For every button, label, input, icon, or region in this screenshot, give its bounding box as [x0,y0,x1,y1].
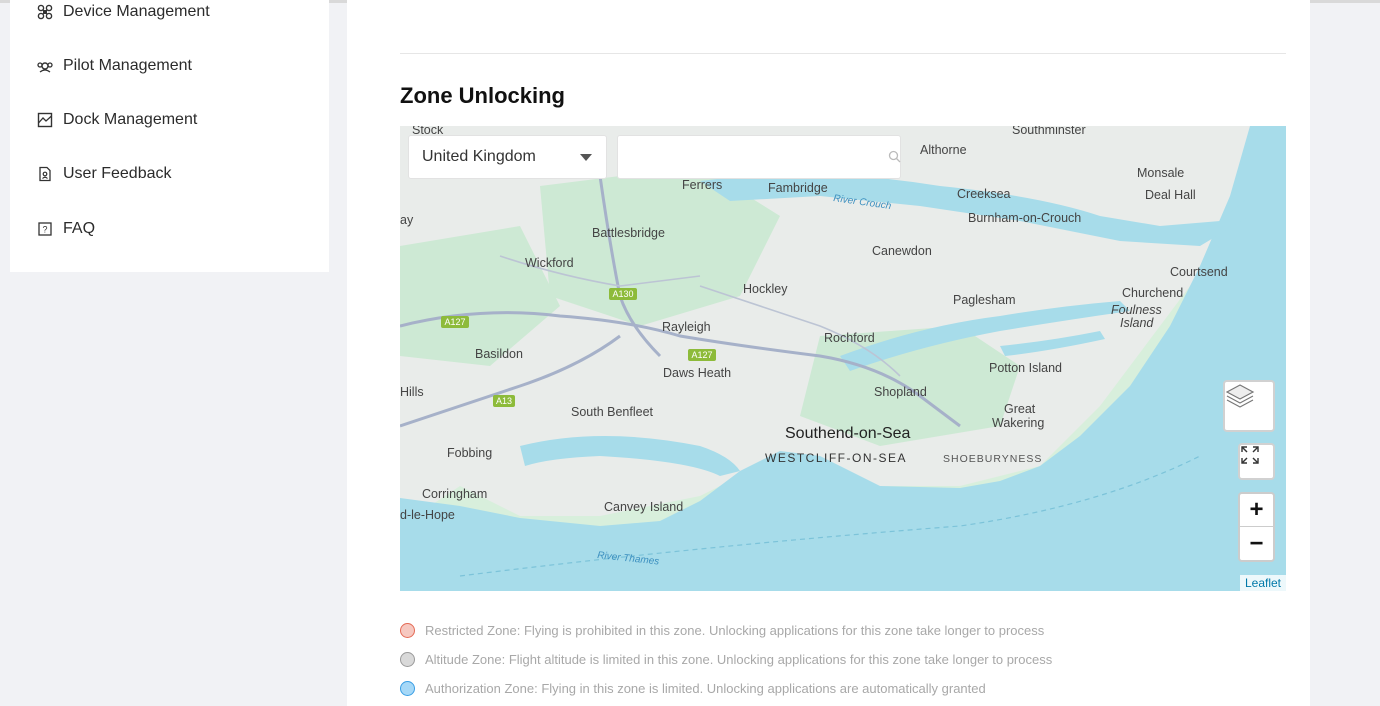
svg-text:Wickford: Wickford [525,256,574,270]
svg-text:WESTCLIFF-ON-SEA: WESTCLIFF-ON-SEA [765,451,907,465]
zoom-out-button[interactable]: − [1240,527,1273,560]
legend-label: Restricted Zone: Flying is prohibited in… [425,623,1045,638]
zoom-in-button[interactable]: + [1240,494,1273,527]
sidebar-item-label: Pilot Management [63,57,192,74]
svg-text:Canewdon: Canewdon [872,244,932,258]
svg-text:Great: Great [1004,402,1036,416]
faq-icon: ? [37,221,53,237]
authorization-zone-dot [400,681,415,696]
svg-text:Creeksea: Creeksea [957,187,1011,201]
svg-text:A130: A130 [612,289,633,299]
pilot-icon [37,58,53,74]
svg-text:A127: A127 [444,317,465,327]
svg-text:Canvey Island: Canvey Island [604,500,683,514]
svg-text:Fambridge: Fambridge [768,181,828,195]
svg-text:?: ? [42,225,47,235]
svg-text:d-le-Hope: d-le-Hope [400,508,455,522]
sidebar: Device Management Pilot Management Dock … [10,0,329,272]
svg-text:ay: ay [400,213,414,227]
location-search[interactable] [617,135,901,179]
svg-text:A13: A13 [496,396,512,406]
legend-label: Authorization Zone: Flying in this zone … [425,681,986,696]
legend-altitude-zone: Altitude Zone: Flight altitude is limite… [400,652,1052,667]
svg-text:Fobbing: Fobbing [447,446,492,460]
svg-text:Shopland: Shopland [874,385,927,399]
legend-label: Altitude Zone: Flight altitude is limite… [425,652,1053,667]
svg-text:Deal Hall: Deal Hall [1145,188,1196,202]
altitude-zone-dot [400,652,415,667]
main-panel: Zone Unlocking Stock Southminster Althor… [347,0,1310,706]
legend-authorization-zone: Authorization Zone: Flying in this zone … [400,681,986,696]
svg-text:Basildon: Basildon [475,347,523,361]
sidebar-item-label: User Feedback [63,165,172,182]
svg-text:Battlesbridge: Battlesbridge [592,226,665,240]
svg-text:Burnham-on-Crouch: Burnham-on-Crouch [968,211,1081,225]
svg-text:Monsale: Monsale [1137,166,1184,180]
sidebar-item-label: Device Management [63,3,210,20]
svg-text:Churchend: Churchend [1122,286,1183,300]
layers-button[interactable] [1223,380,1275,432]
drone-icon [37,4,53,20]
svg-text:Potton Island: Potton Island [989,361,1062,375]
chevron-down-icon [580,154,592,161]
svg-text:Wakering: Wakering [992,416,1044,430]
country-select-value: United Kingdom [422,148,536,165]
divider [400,53,1286,54]
sidebar-item-device-management[interactable]: Device Management [37,0,210,24]
sidebar-item-dock-management[interactable]: Dock Management [37,108,197,132]
svg-text:Southminster: Southminster [1012,126,1086,137]
svg-text:Paglesham: Paglesham [953,293,1016,307]
svg-text:Rayleigh: Rayleigh [662,320,711,334]
svg-text:Island: Island [1120,316,1154,330]
fullscreen-button[interactable] [1238,443,1275,480]
svg-text:Foulness: Foulness [1111,303,1162,317]
svg-text:Hockley: Hockley [743,282,788,296]
sidebar-item-label: Dock Management [63,111,198,128]
legend-restricted-zone: Restricted Zone: Flying is prohibited in… [400,623,1044,638]
svg-text:Courtsend: Courtsend [1170,265,1228,279]
restricted-zone-dot [400,623,415,638]
svg-text:Althorne: Althorne [920,143,967,157]
sidebar-item-user-feedback[interactable]: User Feedback [37,162,172,186]
dock-icon [37,112,53,128]
page-title: Zone Unlocking [400,83,565,108]
svg-text:SHOEBURYNESS: SHOEBURYNESS [943,453,1042,465]
svg-text:A127: A127 [691,350,712,360]
sidebar-item-label: FAQ [63,220,96,237]
feedback-icon [37,166,53,182]
map-tiles: Stock Southminster Althorne Ferrers Famb… [400,126,1286,591]
sidebar-item-faq[interactable]: ? FAQ [37,217,95,241]
map-attribution-link[interactable]: Leaflet [1239,575,1286,591]
country-select[interactable]: United Kingdom [408,135,607,179]
svg-text:Hills: Hills [400,385,424,399]
svg-text:South Benfleet: South Benfleet [571,405,654,419]
svg-text:Daws Heath: Daws Heath [663,366,731,380]
svg-text:Corringham: Corringham [422,487,487,501]
zone-map[interactable]: Stock Southminster Althorne Ferrers Famb… [400,126,1286,591]
zoom-control: + − [1238,492,1275,562]
search-input[interactable] [628,136,868,176]
svg-text:Ferrers: Ferrers [682,178,722,192]
svg-text:Southend-on-Sea: Southend-on-Sea [785,425,911,442]
sidebar-item-pilot-management[interactable]: Pilot Management [37,54,192,78]
svg-text:Rochford: Rochford [824,331,875,345]
